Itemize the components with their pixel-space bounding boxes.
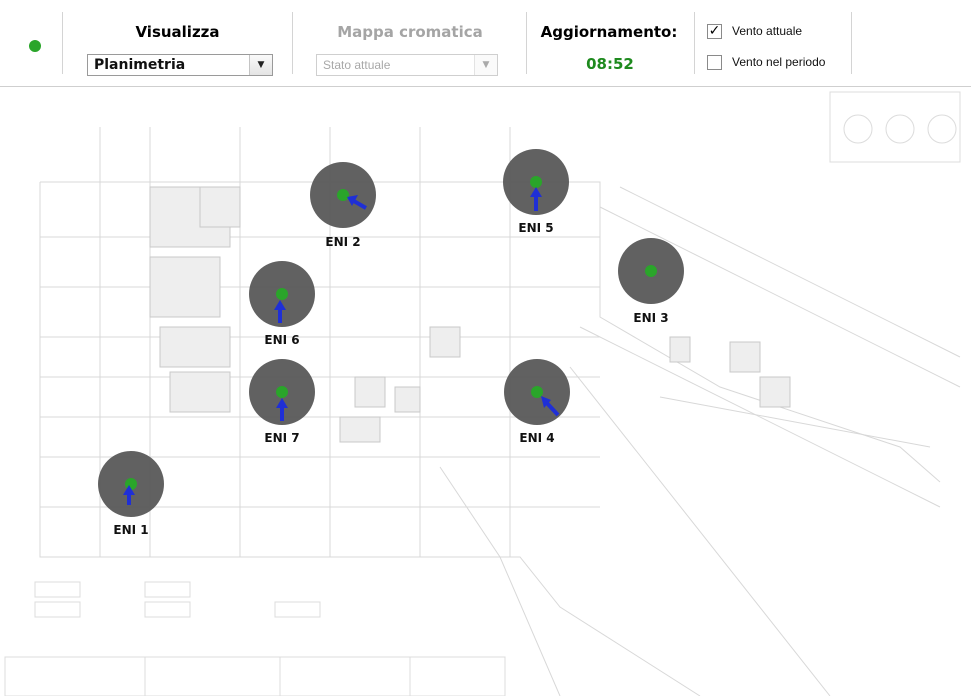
station-eni-4[interactable]: [504, 359, 570, 425]
visualizza-label: Visualizza: [135, 23, 220, 41]
visualizza-select[interactable]: Planimetria ▼: [87, 54, 273, 76]
vento-nel-periodo-checkbox[interactable]: [707, 55, 722, 70]
wind-arrow-icon: [541, 396, 560, 417]
station-eni-2[interactable]: [310, 162, 376, 228]
mappa-cromatica-value: Stato attuale: [323, 58, 391, 72]
vento-nel-periodo-label: Vento nel periodo: [732, 55, 826, 69]
vento-attuale-label: Vento attuale: [732, 24, 803, 38]
checkmark-icon: ✓: [708, 23, 721, 39]
wind-arrow-icon: [276, 398, 288, 421]
mappa-cromatica-select[interactable]: Stato attuale ▼: [316, 54, 498, 76]
aggiornamento-label: Aggiornamento:: [540, 23, 678, 41]
plant-map[interactable]: ENI 1 ENI 2 ENI 3 ENI 4 ENI 5 ENI 6 ENI …: [0, 87, 971, 696]
separator: [526, 12, 527, 74]
site-plan-drawing: [4, 91, 961, 696]
station-eni-7[interactable]: [249, 359, 315, 425]
station-label: ENI 2: [325, 235, 361, 249]
wind-arrow-icon: [123, 485, 135, 505]
toolbar: Visualizza Planimetria ▼ Mappa cromatica…: [0, 0, 971, 87]
separator: [851, 12, 852, 74]
station-eni-6[interactable]: [249, 261, 315, 327]
station-eni-3[interactable]: [618, 238, 684, 304]
separator: [694, 12, 695, 74]
separator: [292, 12, 293, 74]
station-label: ENI 7: [264, 431, 300, 445]
mappa-cromatica-label: Mappa cromatica: [337, 23, 483, 41]
vento-attuale-checkbox[interactable]: ✓: [707, 24, 722, 39]
chevron-down-icon[interactable]: ▼: [249, 55, 272, 75]
status-indicator: [29, 40, 41, 52]
station-label: ENI 1: [113, 523, 149, 537]
station-dot: [645, 265, 657, 277]
update-time: 08:52: [586, 55, 634, 73]
separator: [62, 12, 63, 74]
station-label: ENI 4: [519, 431, 555, 445]
station-label: ENI 6: [264, 333, 300, 347]
station-label: ENI 3: [633, 311, 669, 325]
wind-arrow-icon: [347, 195, 367, 210]
wind-arrow-icon: [274, 300, 286, 323]
chevron-down-icon[interactable]: ▼: [474, 55, 497, 75]
station-eni-1[interactable]: [98, 451, 164, 517]
station-label: ENI 5: [518, 221, 554, 235]
visualizza-value: Planimetria: [94, 57, 186, 73]
station-eni-5[interactable]: [503, 149, 569, 215]
wind-arrow-icon: [530, 187, 542, 211]
